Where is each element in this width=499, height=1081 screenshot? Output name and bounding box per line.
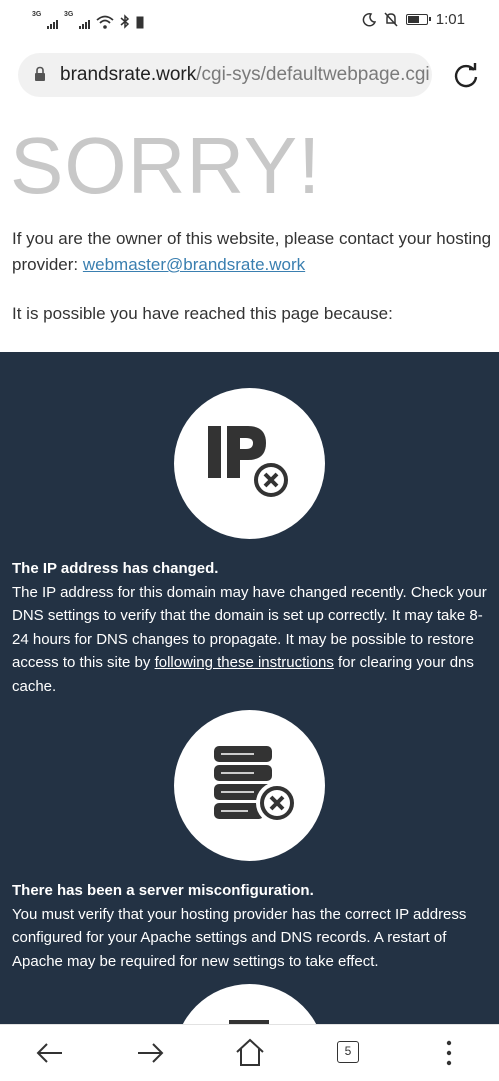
- instructions-link[interactable]: following these instructions: [155, 654, 334, 671]
- third-reason-icon: [174, 984, 325, 1024]
- url-text[interactable]: brandsrate.work/cgi-sys/defaultwebpage.c…: [60, 64, 430, 86]
- reason-intro: It is possible you have reached this pag…: [12, 304, 393, 323]
- more-menu-icon[interactable]: [433, 1037, 465, 1069]
- url-host: brandsrate.work: [60, 64, 197, 85]
- moon-icon: [362, 12, 376, 26]
- status-bar: 3G 3G 1:01: [0, 0, 499, 42]
- server-error-icon: [174, 710, 325, 861]
- reason-title: There has been a server misconfiguration…: [12, 882, 314, 899]
- home-icon[interactable]: [234, 1037, 266, 1069]
- address-bar[interactable]: brandsrate.work/cgi-sys/defaultwebpage.c…: [18, 53, 432, 97]
- back-arrow-icon[interactable]: [34, 1037, 66, 1069]
- reload-icon[interactable]: [451, 61, 481, 91]
- url-path: /cgi-sys/defaultwebpage.cgi: [196, 64, 430, 85]
- owner-contact-text: If you are the owner of this website, pl…: [12, 229, 492, 274]
- reason-server-misconfig: There has been a server misconfiguration…: [12, 879, 492, 973]
- ip-error-icon: [174, 388, 325, 539]
- webmaster-email-link[interactable]: webmaster@brandsrate.work: [83, 255, 305, 274]
- reasons-section: The IP address has changed. The IP addre…: [0, 352, 499, 1024]
- forward-arrow-icon[interactable]: [134, 1037, 166, 1069]
- tabs-button[interactable]: 5: [337, 1041, 359, 1063]
- reason-text: You must verify that your hosting provid…: [12, 905, 467, 970]
- battery-icon: [405, 14, 431, 25]
- bluetooth-icon: [120, 14, 130, 29]
- browser-bottom-toolbar: [0, 1024, 499, 1081]
- lock-icon: [35, 66, 45, 81]
- status-right: 1:01: [362, 11, 465, 28]
- reason-text: The IP address for this domain may have …: [12, 583, 487, 695]
- reason-ip-changed: The IP address has changed. The IP addre…: [12, 557, 492, 698]
- wifi-icon: [96, 15, 114, 29]
- cell-signal-icon: 3G: [64, 11, 90, 29]
- clock: 1:01: [435, 11, 465, 28]
- status-left: 3G 3G: [32, 11, 144, 29]
- reason-title: The IP address has changed.: [12, 560, 219, 577]
- cell-signal-icon: 3G: [32, 11, 58, 29]
- sim-icon: [136, 16, 144, 29]
- page-title: SORRY!: [10, 121, 322, 210]
- mute-bell-icon: [384, 12, 398, 27]
